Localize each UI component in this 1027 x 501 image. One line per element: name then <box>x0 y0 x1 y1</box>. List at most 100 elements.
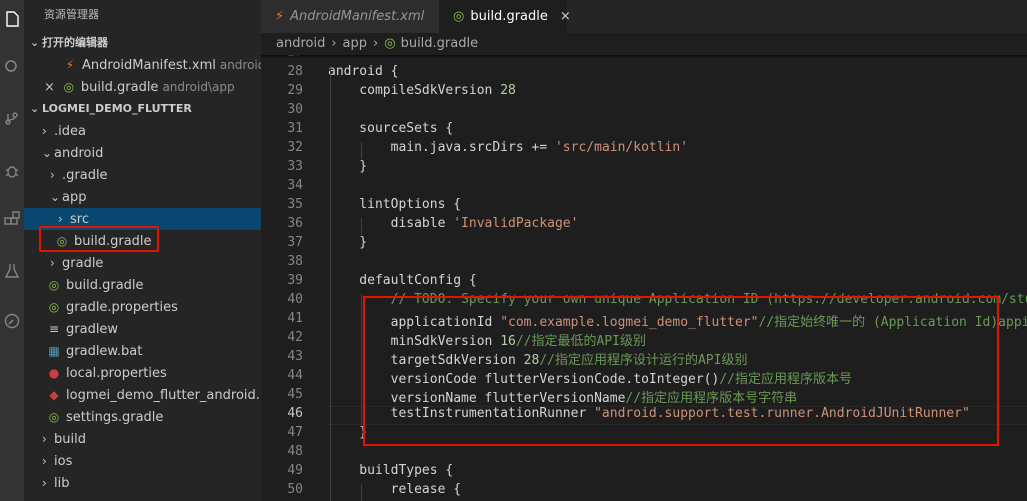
tree-item[interactable]: ▦ gradlew.bat <box>24 340 261 362</box>
tree-item[interactable]: ⌄ android <box>24 142 261 164</box>
project-header[interactable]: ⌄ LOGMEI_DEMO_FLUTTER <box>24 98 261 120</box>
tree-item[interactable]: ≡ gradlew <box>24 318 261 340</box>
windows-icon: ▦ <box>48 344 60 358</box>
chevron-right-icon: › <box>50 168 55 182</box>
gradle-file-icon: ◎ <box>384 36 396 51</box>
chevron-down-icon: ⌄ <box>30 102 40 115</box>
code-line[interactable]: buildTypes { <box>328 463 453 478</box>
line-number: 42 <box>287 330 303 345</box>
line-number: 30 <box>287 102 303 117</box>
tree-item[interactable]: › ios <box>24 450 261 472</box>
tree-item[interactable]: ● local.properties <box>24 362 261 384</box>
search-icon[interactable] <box>2 58 22 78</box>
close-icon[interactable]: × <box>560 9 571 24</box>
tab-android-manifest[interactable]: ⚡ AndroidManifest.xml <box>261 0 439 33</box>
annotation-box-tree <box>39 226 159 252</box>
chevron-right-icon: › <box>42 454 47 468</box>
gradle-file-icon: ◎ <box>63 80 75 94</box>
tab-build-gradle[interactable]: ◎ build.gradle × <box>439 0 571 33</box>
chevron-down-icon: ⌄ <box>30 36 40 49</box>
line-number: 32 <box>287 140 303 155</box>
chevron-right-icon: › <box>331 36 337 51</box>
extensions-icon[interactable] <box>2 210 22 230</box>
tree-item[interactable]: ◎ gradle.properties <box>24 296 261 318</box>
flask-icon[interactable] <box>2 262 22 282</box>
tree-item[interactable]: ◆ logmei_demo_flutter_android.iml <box>24 384 261 406</box>
gradle-file-icon: ◎ <box>48 300 60 314</box>
close-icon[interactable]: × <box>44 80 55 95</box>
tree-item[interactable]: › .gradle <box>24 164 261 186</box>
line-number: 29 <box>287 83 303 98</box>
code-line[interactable]: disable 'InvalidPackage' <box>328 216 579 231</box>
line-number: 47 <box>287 425 303 440</box>
code-line[interactable]: main.java.srcDirs += 'src/main/kotlin' <box>328 140 688 155</box>
line-number: 44 <box>287 368 303 383</box>
iml-file-icon: ◆ <box>49 388 59 402</box>
line-number: 37 <box>287 235 303 250</box>
files-icon[interactable] <box>2 10 22 30</box>
xml-file-icon: ⚡ <box>275 9 285 24</box>
code-line[interactable]: release { <box>328 482 461 497</box>
xml-file-icon: ⚡ <box>65 58 75 72</box>
open-editor-item[interactable]: ⚡AndroidManifest.xmlandroid\... <box>24 54 261 76</box>
annotation-box-code <box>363 296 999 446</box>
breadcrumb-item[interactable]: android <box>276 36 325 51</box>
explorer-title: 资源管理器 <box>44 8 99 21</box>
chevron-right-icon: › <box>42 124 47 138</box>
code-line[interactable]: sourceSets { <box>328 121 453 136</box>
line-number: 39 <box>287 273 303 288</box>
editor-tabs: ⚡ AndroidManifest.xml ◎ build.gradle × <box>261 0 1027 33</box>
indent-guide <box>330 66 331 501</box>
breadcrumb-item[interactable]: app <box>343 36 367 51</box>
indent-guide <box>361 484 363 501</box>
open-editor-item[interactable]: × ◎ build.gradle android\app <box>24 76 261 98</box>
source-control-icon[interactable] <box>2 110 22 130</box>
line-number: 35 <box>287 197 303 212</box>
code-line[interactable]: } <box>328 159 367 174</box>
activity-bar <box>0 0 24 501</box>
line-number: 40 <box>287 292 303 307</box>
gradle-file-icon: ◎ <box>48 278 60 292</box>
line-number: 49 <box>287 463 303 478</box>
chevron-right-icon: › <box>50 256 55 270</box>
line-number: 28 <box>287 64 303 79</box>
gradle-file-icon: ◎ <box>453 9 465 24</box>
line-number: 41 <box>287 311 303 326</box>
line-number: 48 <box>287 444 303 459</box>
chevron-right-icon: › <box>373 36 379 51</box>
line-number: 50 <box>287 482 303 497</box>
code-line[interactable]: defaultConfig { <box>328 273 476 288</box>
tree-item[interactable]: › lib <box>24 472 261 494</box>
text-file-icon: ≡ <box>48 322 60 336</box>
line-number: 33 <box>287 159 303 174</box>
indent-guide <box>361 218 363 235</box>
line-number: 45 <box>287 387 303 402</box>
breadcrumb-item[interactable]: build.gradle <box>401 36 479 51</box>
chevron-down-icon: ⌄ <box>42 146 53 160</box>
code-line[interactable]: compileSdkVersion 28 <box>328 83 516 98</box>
line-number: 31 <box>287 121 303 136</box>
tree-item[interactable]: › build <box>24 428 261 450</box>
open-editors-header[interactable]: ⌄ 打开的编辑器 <box>24 32 261 54</box>
chevron-right-icon: › <box>42 432 47 446</box>
gradle-file-icon: ◎ <box>48 410 60 424</box>
code-line[interactable]: } <box>328 425 367 440</box>
line-number: 34 <box>287 178 303 193</box>
code-line[interactable]: } <box>328 235 367 250</box>
tree-item[interactable]: ◎ settings.gradle <box>24 406 261 428</box>
remote-icon[interactable] <box>2 312 22 332</box>
indent-guide <box>361 142 363 159</box>
code-line[interactable]: lintOptions { <box>328 197 461 212</box>
tree-item[interactable]: › .idea <box>24 120 261 142</box>
tree-item[interactable]: ◎ build.gradle <box>24 274 261 296</box>
tree-item[interactable]: › gradle <box>24 252 261 274</box>
code-line[interactable]: android { <box>328 64 398 79</box>
debug-icon[interactable] <box>2 162 22 182</box>
scroll-shadow <box>261 55 1027 58</box>
line-number: 38 <box>287 254 303 269</box>
line-number: 43 <box>287 349 303 364</box>
line-number: 36 <box>287 216 303 231</box>
tree-item[interactable]: ⌄ app <box>24 186 261 208</box>
properties-file-icon: ● <box>48 366 60 380</box>
chevron-down-icon: ⌄ <box>50 190 61 204</box>
